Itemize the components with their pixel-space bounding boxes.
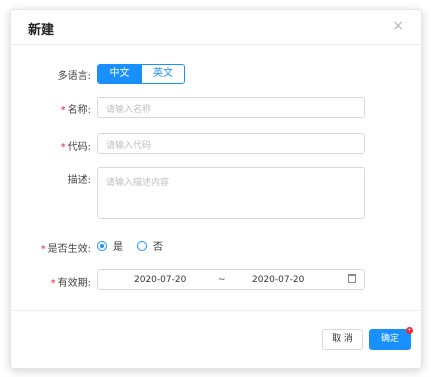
ok-button[interactable]: 确定 + — [369, 327, 413, 350]
radio-unchecked-icon[interactable] — [137, 240, 147, 251]
required-asterisk: * — [60, 142, 66, 153]
description-label: 描述: — [67, 175, 91, 186]
close-icon[interactable]: × — [392, 18, 404, 34]
required-asterisk: * — [40, 244, 46, 255]
radio-checked-icon[interactable] — [97, 240, 107, 251]
radio-no[interactable]: 否 — [137, 238, 163, 253]
language-option-english[interactable]: 英文 — [141, 65, 184, 83]
radio-no-label: 否 — [153, 242, 163, 253]
description-textarea[interactable]: 请输入描述内容 — [97, 167, 365, 219]
modal-title: 新建 — [28, 23, 55, 38]
modal-dialog: 新建 × 多语言: 中文 英文 * 名称: 请输入名称 * 代码: 请输入代码 描述… — [10, 9, 422, 369]
radio-yes-label: 是 — [113, 242, 123, 253]
effective-label: * 是否生效: — [21, 240, 91, 255]
effective-label-text: 是否生效: — [47, 244, 91, 255]
name-label: * 名称: — [21, 101, 91, 116]
modal-header: 新建 × — [11, 10, 421, 45]
validity-label: * 有效期: — [21, 274, 91, 289]
language-option-chinese[interactable]: 中文 — [98, 65, 141, 83]
plus-badge-icon: + — [406, 327, 413, 334]
date-range-picker[interactable]: 2020-07-20 ~ 2020-07-20 — [97, 269, 365, 290]
code-label-text: 代码: — [67, 142, 91, 153]
radio-yes[interactable]: 是 — [97, 238, 123, 253]
end-date[interactable]: 2020-07-20 — [252, 275, 304, 285]
modal-footer: 取 消 确定 + — [11, 310, 421, 370]
name-input[interactable]: 请输入名称 — [97, 97, 365, 118]
language-label: 多语言: — [57, 71, 91, 82]
validity-label-text: 有效期: — [57, 278, 91, 289]
start-date[interactable]: 2020-07-20 — [134, 275, 186, 285]
code-label: * 代码: — [21, 138, 91, 153]
calendar-icon[interactable] — [348, 274, 356, 283]
ok-button-label: 确定 — [380, 334, 399, 344]
effective-radio-group: 是 否 — [97, 238, 177, 253]
name-label-text: 名称: — [67, 105, 91, 116]
code-input[interactable]: 请输入代码 — [97, 133, 365, 154]
required-asterisk: * — [60, 105, 66, 116]
cancel-button[interactable]: 取 消 — [322, 329, 363, 350]
language-segmented-control: 中文 英文 — [97, 64, 185, 84]
required-asterisk: * — [50, 278, 56, 289]
range-separator: ~ — [218, 275, 226, 285]
